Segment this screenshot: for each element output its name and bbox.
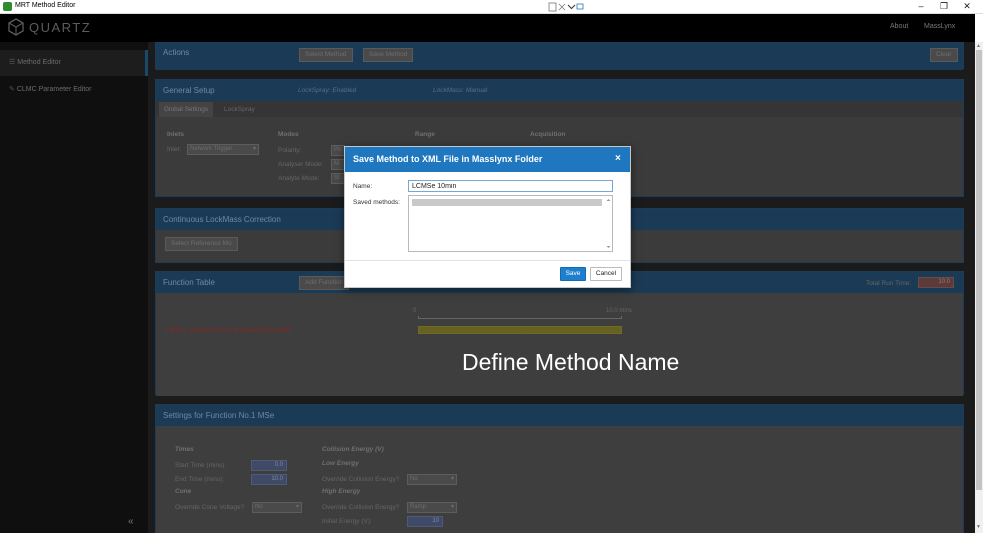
modes-heading: Modes [278, 131, 299, 138]
lockmass-correction-title: Continuous LockMass Correction [163, 215, 281, 224]
clear-button[interactable]: Clear [930, 48, 958, 62]
scrollbar-thumb[interactable] [976, 50, 982, 490]
quartz-logo-icon [8, 18, 24, 36]
analyte-mode-label: Analyte Mode: [278, 175, 320, 182]
instruction-caption: Define Method Name [462, 349, 680, 375]
add-function-button[interactable]: Add Function [299, 276, 350, 290]
total-run-time-value: 10.0 [918, 277, 954, 288]
override-cone-label: Override Cone Voltage? [175, 504, 245, 511]
chevron-down-icon: ▾ [295, 504, 299, 510]
high-energy-heading: High Energy [322, 488, 361, 495]
app-logo-text: QUARTZ [29, 20, 92, 35]
maximize-button[interactable]: ❐ [934, 1, 954, 12]
close-icon[interactable]: × [615, 153, 621, 164]
sidebar-item-method-editor[interactable]: ☰ Method Editor [0, 50, 148, 76]
inlet-label: Inlet: [167, 146, 182, 153]
low-energy-heading: Low Energy [322, 460, 359, 467]
dialog-title: Save Method to XML File in Masslynx Fold… [353, 154, 543, 164]
collision-energy-heading: Collision Energy (V) [322, 446, 384, 453]
analyser-mode-label: Analyser Mode: [278, 161, 324, 168]
cone-heading: Cone [175, 488, 192, 495]
inlets-heading: Inlets [167, 131, 184, 138]
timeline-axis [418, 316, 622, 319]
function-timeline-bar[interactable]: 1 [418, 326, 622, 334]
window-title-bar: MRT Method Editor – ❐ ✕ [0, 0, 983, 14]
close-window-button[interactable]: ✕ [957, 1, 977, 12]
sidebar-item-label: CLMC Parameter Editor [16, 86, 92, 93]
override-ce-select[interactable]: No ▾ [407, 474, 457, 485]
saved-methods-label: Saved methods: [353, 199, 400, 206]
save-method-dialog: Save Method to XML File in Masslynx Fold… [344, 146, 631, 288]
list-icon: ☰ [9, 59, 18, 66]
function-table-title: Function Table [163, 278, 215, 287]
window-tool-icons[interactable] [548, 2, 584, 12]
sidebar: ☰ Method Editor ✎ CLMC Parameter Editor … [0, 42, 148, 533]
polarity-label: Polarity: [278, 147, 302, 154]
dialog-footer-divider [345, 260, 630, 261]
scroll-down-icon[interactable]: ▼ [976, 524, 981, 530]
times-heading: Times [175, 446, 194, 453]
timeline-end-label: 10.0 mins [606, 308, 633, 314]
acquisition-heading: Acquisition [530, 131, 566, 138]
scroll-up-icon[interactable]: ▲ [976, 43, 981, 49]
sidebar-item-label: Method Editor [17, 59, 61, 66]
start-time-label: Start Time (mins): [175, 462, 227, 469]
select-method-button[interactable]: Select Method [299, 48, 353, 62]
function-row[interactable]: 1 MSe , Time 0.0 to 10.0, Mass 50 to 240… [165, 327, 291, 334]
save-method-button[interactable]: Save Method [363, 48, 414, 62]
app-header: QUARTZ About MassLynx [0, 14, 975, 42]
total-run-time-label: Total Run Time: [866, 280, 912, 287]
function-table-panel: Function Table Add Function Total Run Ti… [155, 271, 964, 396]
chevron-down-icon: ▾ [450, 476, 454, 482]
about-link[interactable]: About [890, 23, 908, 30]
list-scrollbar[interactable] [605, 197, 612, 250]
inlet-select[interactable]: Network Trigger ▾ [187, 144, 259, 155]
end-time-label: End Time (mins): [175, 476, 225, 483]
masslynx-link[interactable]: MassLynx [924, 23, 955, 30]
start-time-input[interactable]: 0.0 [251, 460, 287, 471]
edit-icon: ✎ [9, 86, 17, 93]
minimize-button[interactable]: – [911, 1, 931, 11]
function-settings-title: Settings for Function No.1 MSe [163, 411, 275, 420]
name-label: Name: [353, 183, 373, 190]
app-icon [3, 2, 12, 11]
chevron-down-icon: ▾ [252, 146, 256, 152]
cancel-button[interactable]: Cancel [590, 267, 622, 281]
save-button[interactable]: Save [560, 267, 586, 281]
tab-global-settings[interactable]: Global Settings [159, 102, 214, 117]
tab-lockspray[interactable]: LockSpray [224, 106, 255, 113]
override-ce-high-label: Override Collision Energy? [322, 504, 400, 511]
lockmass-status: LockMass: Manual [433, 87, 488, 94]
saved-methods-list[interactable] [408, 195, 613, 252]
select-reference-button[interactable]: Select Reference Mo [165, 237, 238, 251]
chevron-down-icon: ▾ [450, 504, 454, 510]
initial-energy-input[interactable]: 10 [407, 516, 443, 527]
initial-energy-label: Initial Energy (V): [322, 518, 372, 525]
window-title: MRT Method Editor [15, 2, 76, 9]
end-time-input[interactable]: 10.0 [251, 474, 287, 485]
polarity-select[interactable]: Po [331, 145, 345, 156]
range-heading: Range [415, 131, 435, 138]
function-settings-panel: Settings for Function No.1 MSe Times Sta… [155, 404, 964, 533]
override-ce-high-select[interactable]: Ramp ▾ [407, 502, 457, 513]
actions-panel: Actions Select Method Save Method Clear [155, 42, 964, 70]
actions-title: Actions [163, 48, 190, 57]
general-setup-title: General Setup [163, 86, 215, 95]
collapse-sidebar-icon[interactable]: « [128, 516, 134, 527]
lockspray-status: LockSpray: Enabled [298, 87, 357, 94]
override-cone-select[interactable]: No ▾ [252, 502, 302, 513]
page-scrollbar[interactable]: ▲ ▼ [975, 42, 983, 533]
override-ce-label: Override Collision Energy? [322, 476, 400, 483]
method-name-input[interactable] [408, 180, 613, 192]
analyte-mode-select[interactable]: St [331, 173, 345, 184]
list-item[interactable] [412, 199, 602, 206]
analyser-mode-select[interactable]: M [331, 159, 345, 170]
sidebar-item-clmc-parameter-editor[interactable]: ✎ CLMC Parameter Editor [0, 77, 148, 103]
timeline-start-label: 0 [413, 308, 417, 314]
